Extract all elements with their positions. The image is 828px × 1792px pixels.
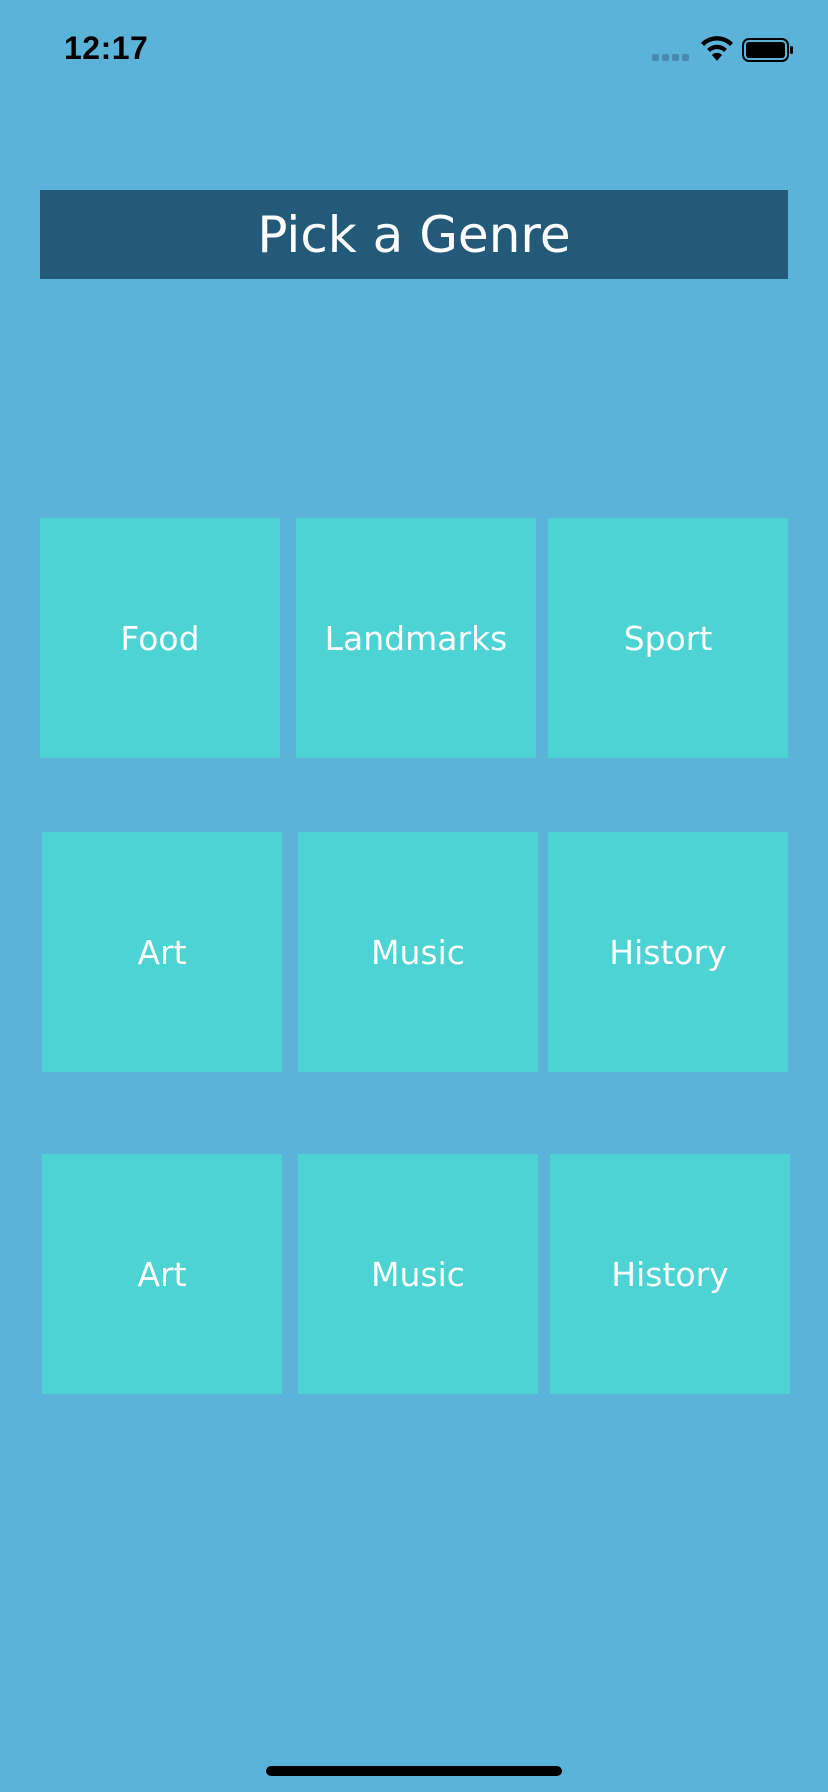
genre-tile-history[interactable]: History: [550, 1154, 790, 1394]
genre-label: Art: [137, 1254, 187, 1294]
genre-tile-art[interactable]: Art: [42, 832, 282, 1072]
status-time: 12:17: [64, 30, 149, 66]
genre-label: Sport: [623, 618, 713, 658]
page-title: Pick a Genre: [257, 205, 571, 264]
genre-label: History: [611, 1254, 729, 1294]
genre-tile-music[interactable]: Music: [298, 832, 538, 1072]
title-bar: Pick a Genre: [40, 190, 788, 279]
genre-label: Music: [371, 932, 465, 972]
genre-label: Music: [371, 1254, 465, 1294]
genre-label: History: [609, 932, 727, 972]
genre-tile-art[interactable]: Art: [42, 1154, 282, 1394]
battery-icon: [742, 38, 793, 62]
cellular-signal-icon: [652, 54, 692, 62]
genre-tile-music[interactable]: Music: [298, 1154, 538, 1394]
genre-label: Landmarks: [324, 618, 508, 658]
status-bar: 12:17: [0, 0, 828, 100]
genre-tile-landmarks[interactable]: Landmarks: [296, 518, 536, 758]
wifi-icon: [701, 36, 733, 61]
genre-tile-food[interactable]: Food: [40, 518, 280, 758]
genre-tile-history[interactable]: History: [548, 832, 788, 1072]
genre-label: Food: [120, 618, 200, 658]
home-indicator[interactable]: [266, 1766, 562, 1776]
genre-label: Art: [137, 932, 187, 972]
genre-tile-sport[interactable]: Sport: [548, 518, 788, 758]
